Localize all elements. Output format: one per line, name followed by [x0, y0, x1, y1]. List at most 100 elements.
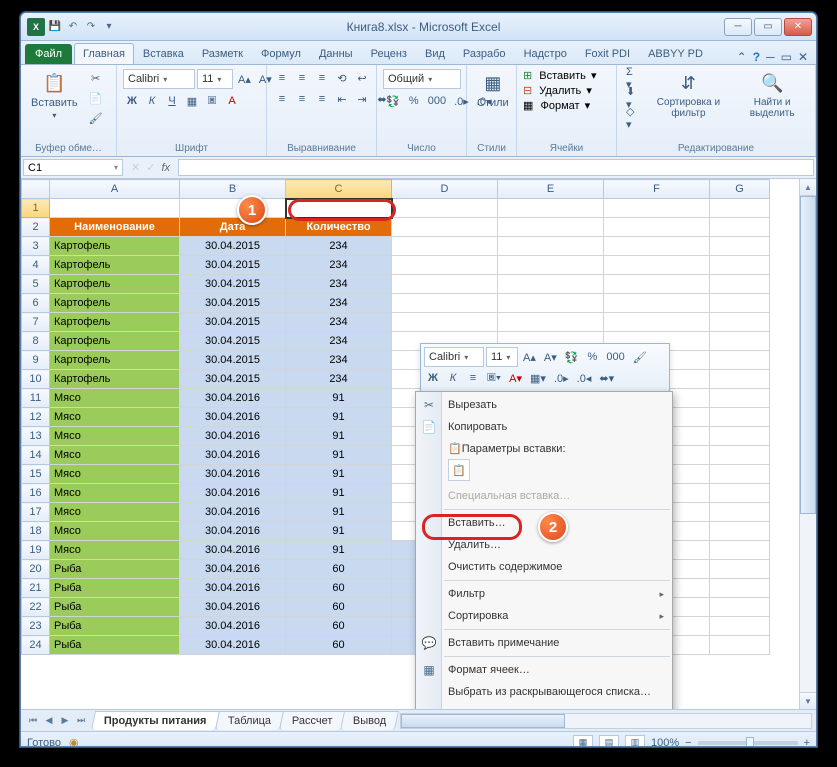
row-header[interactable]: 1 [22, 199, 50, 218]
cell[interactable] [710, 465, 770, 484]
scroll-down-icon[interactable]: ▼ [800, 692, 816, 709]
row-header[interactable]: 20 [22, 560, 50, 579]
ribbon-minimize-icon[interactable]: ⌃ [737, 50, 747, 64]
cm-filter[interactable]: Фильтр▸ [416, 583, 672, 605]
cell[interactable]: 30.04.2016 [180, 408, 286, 427]
mini-shrink-font-icon[interactable]: A▾ [541, 348, 560, 366]
cell[interactable] [392, 237, 498, 256]
col-header-B[interactable]: B [180, 180, 286, 199]
align-bot-icon[interactable]: ≡ [313, 69, 331, 87]
cell[interactable]: Картофель [50, 237, 180, 256]
cell[interactable]: 60 [286, 617, 392, 636]
select-all-corner[interactable] [22, 180, 50, 199]
cell[interactable] [710, 332, 770, 351]
row-header[interactable]: 19 [22, 541, 50, 560]
cell[interactable]: 30.04.2015 [180, 256, 286, 275]
zoom-slider[interactable] [698, 741, 798, 745]
cell[interactable] [710, 389, 770, 408]
cell[interactable] [710, 237, 770, 256]
sheet-nav-first-icon[interactable]: ⏮ [25, 713, 41, 729]
cell[interactable] [710, 617, 770, 636]
row-header[interactable]: 3 [22, 237, 50, 256]
sheet-tab-2[interactable]: Рассчет [279, 711, 346, 730]
doc-minimize-icon[interactable]: ─ [766, 50, 775, 64]
redo-icon[interactable]: ↷ [83, 19, 99, 35]
cell[interactable] [604, 294, 710, 313]
cell[interactable]: 91 [286, 522, 392, 541]
cell[interactable] [604, 237, 710, 256]
cell[interactable]: 234 [286, 237, 392, 256]
cell[interactable]: 234 [286, 294, 392, 313]
sheet-tab-0[interactable]: Продукты питания [91, 711, 220, 730]
cell[interactable]: 234 [286, 370, 392, 389]
cell[interactable]: Картофель [50, 275, 180, 294]
maximize-button[interactable]: ▭ [754, 18, 782, 36]
row-header[interactable]: 14 [22, 446, 50, 465]
tab-abbyy[interactable]: ABBYY PD [639, 43, 712, 64]
sheet-nav-prev-icon[interactable]: ◀ [41, 713, 57, 729]
cell[interactable] [710, 636, 770, 655]
tab-layout[interactable]: Разметк [193, 43, 252, 64]
cm-sort[interactable]: Сортировка▸ [416, 605, 672, 627]
cell[interactable] [392, 218, 498, 237]
cell[interactable] [710, 427, 770, 446]
tab-foxit[interactable]: Foxit PDI [576, 43, 639, 64]
align-center-icon[interactable]: ≡ [293, 90, 311, 108]
cell[interactable]: 60 [286, 598, 392, 617]
border-icon[interactable]: ▦ [183, 92, 201, 110]
cell[interactable]: Рыба [50, 598, 180, 617]
cell[interactable]: 91 [286, 484, 392, 503]
cell[interactable] [710, 313, 770, 332]
mini-currency-icon[interactable]: 💱 [562, 348, 582, 366]
cell[interactable] [710, 275, 770, 294]
cell[interactable]: 30.04.2015 [180, 275, 286, 294]
tab-developer[interactable]: Разрабо [454, 43, 515, 64]
tab-formulas[interactable]: Формул [252, 43, 310, 64]
paste-button[interactable]: 📋 Вставить ▾ [27, 69, 82, 122]
mini-border-icon[interactable]: ▦▾ [527, 369, 549, 387]
col-header-F[interactable]: F [604, 180, 710, 199]
cm-dropdown-list[interactable]: Выбрать из раскрывающегося списка… [416, 681, 672, 703]
tab-home[interactable]: Главная [74, 43, 134, 64]
sheet-tab-3[interactable]: Вывод [340, 711, 399, 730]
cell[interactable]: Рыба [50, 636, 180, 655]
cm-define-name[interactable]: Присвоить имя… [416, 703, 672, 709]
mini-font-color-icon[interactable]: A▾ [506, 369, 525, 387]
percent-icon[interactable]: % [405, 92, 423, 110]
row-header[interactable]: 5 [22, 275, 50, 294]
cell[interactable]: Рыба [50, 617, 180, 636]
cell[interactable] [392, 256, 498, 275]
cell[interactable]: 30.04.2016 [180, 617, 286, 636]
mini-grow-font-icon[interactable]: A▴ [520, 348, 539, 366]
fill-color-icon[interactable]: 🞖 [203, 92, 221, 110]
mini-comma-icon[interactable]: 000 [603, 348, 627, 366]
mini-inc-dec-icon[interactable]: .0▸ [551, 369, 572, 387]
row-header[interactable]: 12 [22, 408, 50, 427]
row-header[interactable]: 8 [22, 332, 50, 351]
view-pagebreak-icon[interactable]: ▥ [625, 735, 645, 748]
horizontal-scrollbar[interactable] [400, 713, 812, 729]
cell[interactable]: 91 [286, 541, 392, 560]
name-box[interactable]: C1▾ [23, 159, 123, 176]
tab-view[interactable]: Вид [416, 43, 454, 64]
cell[interactable]: 30.04.2015 [180, 294, 286, 313]
cell[interactable] [710, 579, 770, 598]
cell[interactable] [710, 598, 770, 617]
font-name-select[interactable]: Calibri▾ [123, 69, 195, 89]
cell[interactable]: 91 [286, 389, 392, 408]
mini-percent-icon[interactable]: % [583, 348, 601, 366]
cell[interactable] [710, 446, 770, 465]
cell[interactable]: 30.04.2016 [180, 579, 286, 598]
macro-record-icon[interactable]: ◉ [69, 736, 79, 747]
clear-icon[interactable]: ◇ ▾ [623, 109, 641, 127]
bold-button[interactable]: Ж [123, 92, 141, 110]
cell[interactable]: 30.04.2015 [180, 370, 286, 389]
font-color-icon[interactable]: A [223, 92, 241, 110]
copy-icon[interactable]: 📄 [86, 89, 106, 107]
cell[interactable] [710, 199, 770, 218]
cell[interactable] [180, 199, 286, 218]
cell[interactable] [392, 294, 498, 313]
grow-font-icon[interactable]: A▴ [235, 70, 254, 88]
file-tab[interactable]: Файл [25, 44, 72, 64]
cell[interactable] [498, 313, 604, 332]
